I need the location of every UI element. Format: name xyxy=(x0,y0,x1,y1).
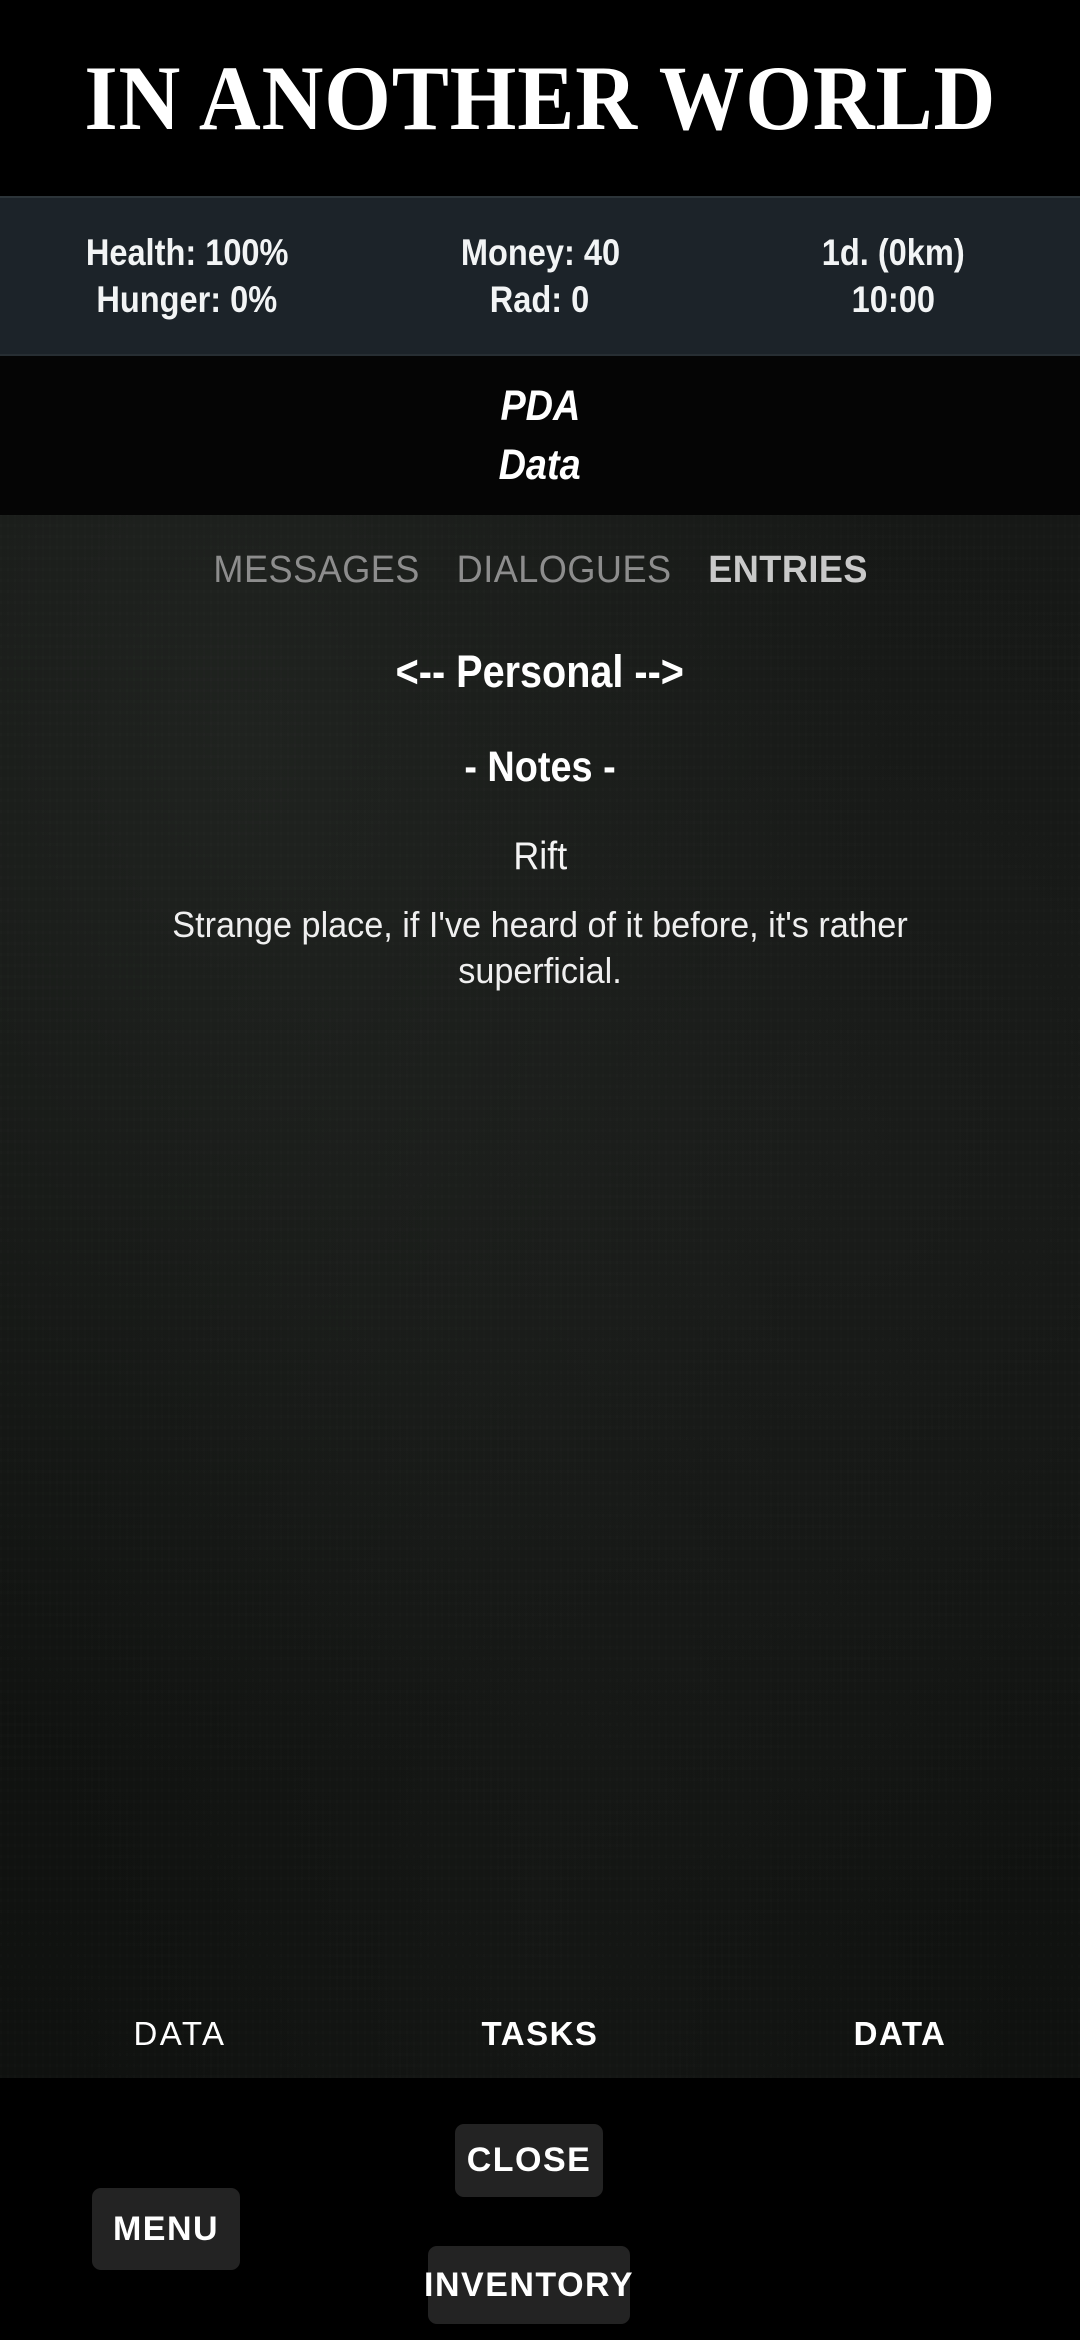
close-button[interactable]: CLOSE xyxy=(455,2124,603,2197)
status-rad: Rad: 0 xyxy=(490,279,590,320)
status-group-travel: 1d. (0km) 10:00 xyxy=(717,234,1070,318)
pda-header: PDA Data xyxy=(0,356,1080,515)
entry-category-nav[interactable]: <-- Personal --> xyxy=(396,649,684,694)
game-screen: IN ANOTHER WORLD Health: 100% Hunger: 0%… xyxy=(0,0,1080,2340)
inventory-button[interactable]: INVENTORY xyxy=(424,2246,633,2324)
tab-entries[interactable]: ENTRIES xyxy=(708,551,868,589)
status-group-resources: Money: 40 Rad: 0 xyxy=(363,234,716,318)
title-banner: IN ANOTHER WORLD xyxy=(0,0,1080,196)
pda-content-panel: MESSAGES DIALOGUES ENTRIES <-- Personal … xyxy=(0,515,1080,2078)
status-bar: Health: 100% Hunger: 0% Money: 40 Rad: 0… xyxy=(0,196,1080,356)
entry-item-body: Strange place, if I've heard of it befor… xyxy=(172,904,908,992)
panel-nav-bar: DATA TASKS DATA xyxy=(0,2017,1080,2050)
pda-subtitle: Data xyxy=(498,440,582,489)
status-health: Health: 100% xyxy=(85,232,288,273)
pda-tab-bar: MESSAGES DIALOGUES ENTRIES xyxy=(208,551,872,589)
entry-section-header: - Notes - xyxy=(464,743,616,791)
panel-nav-data-left[interactable]: DATA xyxy=(0,2017,360,2050)
status-hunger: Hunger: 0% xyxy=(96,279,278,320)
menu-button[interactable]: MENU xyxy=(92,2188,240,2270)
game-title: IN ANOTHER WORLD xyxy=(84,47,996,149)
entry-item-title[interactable]: Rift xyxy=(513,837,567,876)
tab-messages[interactable]: MESSAGES xyxy=(214,551,420,589)
action-bar: MENU CLOSE INVENTORY xyxy=(0,2078,1080,2340)
status-time: 10:00 xyxy=(851,279,935,320)
status-day-distance: 1d. (0km) xyxy=(821,232,965,273)
status-group-vitals: Health: 100% Hunger: 0% xyxy=(10,234,363,318)
tab-dialogues[interactable]: DIALOGUES xyxy=(457,551,672,589)
panel-nav-tasks[interactable]: TASKS xyxy=(360,2017,720,2050)
panel-nav-data-right[interactable]: DATA xyxy=(720,2017,1080,2050)
pda-title: PDA xyxy=(500,381,580,430)
status-money: Money: 40 xyxy=(460,232,620,273)
